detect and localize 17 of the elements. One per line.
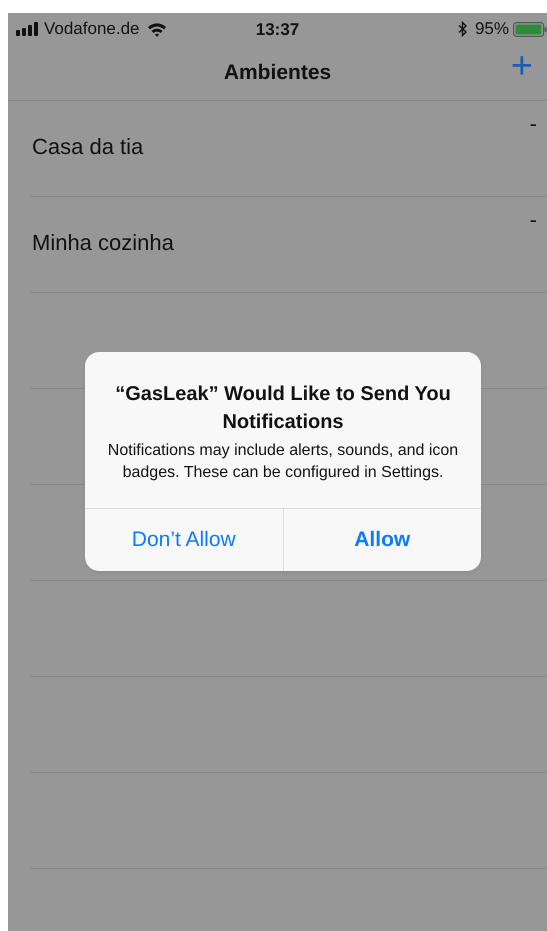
list-item-title: Casa da tia [32,133,144,161]
nav-title: Ambientes [224,60,332,86]
battery-icon [513,22,547,36]
wifi-icon [147,22,168,36]
battery-percentage: 95% [474,18,509,40]
delete-button[interactable]: - [528,209,539,231]
alert-button[interactable]: Don’t Allow [85,509,282,571]
add-button[interactable]: + [506,47,537,85]
clock-time: 13:37 [256,20,300,39]
alert-button[interactable]: Allow [282,509,481,571]
carrier-name: Vodafone.de [44,18,140,40]
bluetooth-icon [458,21,467,37]
alert-title: “GasLeak” Would Like to Send You Notifications [114,382,452,435]
delete-button[interactable]: - [528,113,539,135]
alert-message: Notifications may include alerts, sounds, and icon badges. These can be configured in Settings. [106,441,460,483]
list-item-title: Minha cozinha [32,229,174,257]
signal-icon [16,22,40,36]
